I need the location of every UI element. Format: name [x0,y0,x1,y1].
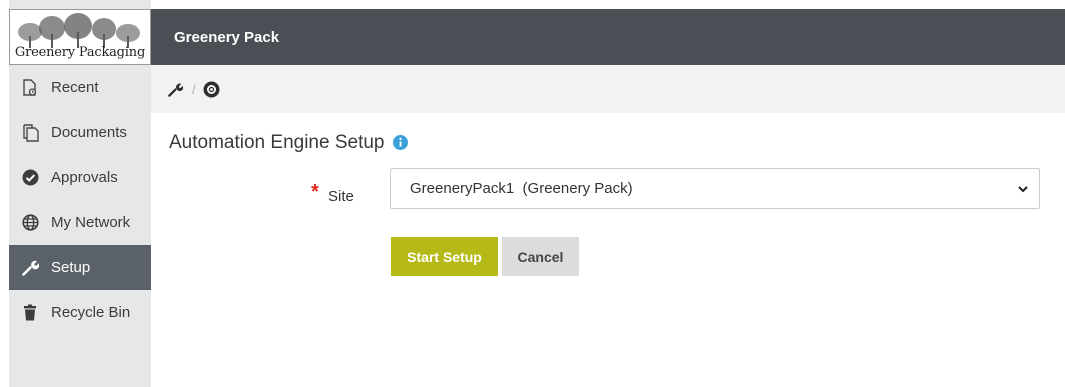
sidebar-item-documents[interactable]: Documents [9,110,151,155]
site-select[interactable]: GreeneryPack1 (Greenery Pack) [390,168,1040,209]
site-select-value: GreeneryPack1 (Greenery Pack) [410,180,633,197]
sidebar-nav: Recent Documents Approvals My Network Se… [9,65,151,335]
documents-icon [9,123,51,142]
cancel-button[interactable]: Cancel [502,237,579,276]
sidebar-item-label: Recycle Bin [51,304,131,321]
sidebar-item-label: Setup [51,259,91,276]
required-marker: * [311,181,319,203]
chevron-down-icon [1017,182,1029,199]
start-setup-button[interactable]: Start Setup [391,237,498,276]
trash-icon [9,304,51,321]
sidebar-item-label: My Network [51,214,131,231]
sidebar-item-label: Approvals [51,169,118,186]
site-form-row: * Site GreeneryPack1 (Greenery Pack) [151,168,1065,212]
check-circle-icon [9,169,51,186]
sidebar-item-label: Recent [51,79,99,96]
window-edge [0,0,9,387]
gear-icon[interactable] [203,81,220,98]
info-icon[interactable] [391,134,410,153]
top-header: Greenery Pack [151,9,1065,65]
breadcrumb-separator: / [192,81,196,97]
wrench-icon[interactable] [168,82,183,97]
sidebar-item-setup[interactable]: Setup [9,245,151,290]
wrench-icon [9,259,51,276]
page-title: Automation Engine Setup [169,132,410,154]
breadcrumb: / [151,65,1065,113]
sidebar-item-recycle-bin[interactable]: Recycle Bin [9,290,151,335]
header-title: Greenery Pack [174,28,280,46]
sidebar-item-recent[interactable]: Recent [9,65,151,110]
sidebar-item-label: Documents [51,124,127,141]
company-logo[interactable]: Greenery Packaging [9,9,151,65]
recent-doc-icon [9,78,51,97]
logo-trees-image [18,13,140,48]
page-title-text: Automation Engine Setup [169,132,385,153]
sidebar-item-approvals[interactable]: Approvals [9,155,151,200]
site-label: Site [328,188,354,205]
sidebar-item-my-network[interactable]: My Network [9,200,151,245]
globe-icon [9,214,51,231]
logo-text: Greenery Packaging [14,45,146,60]
